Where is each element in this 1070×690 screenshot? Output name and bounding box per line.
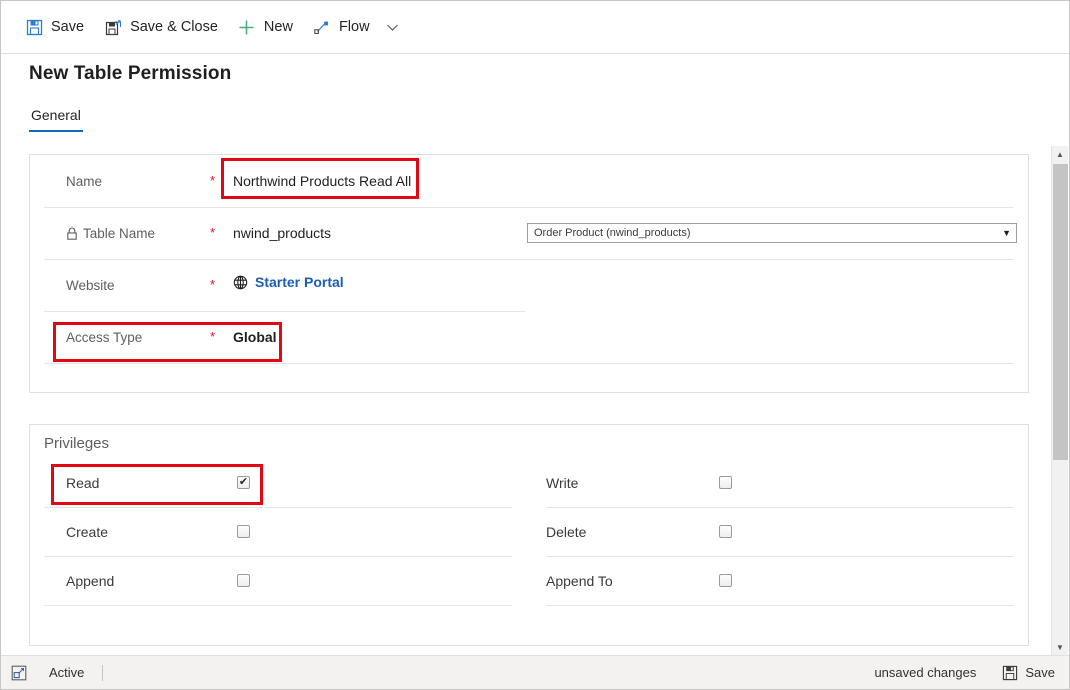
flow-button-label: Flow	[338, 18, 370, 35]
required-indicator-website: *	[210, 277, 216, 292]
save-button-label: Save	[51, 18, 85, 35]
privilege-label-create: Create	[66, 523, 109, 540]
privileges-heading: Privileges	[44, 435, 110, 452]
row-separator	[44, 605, 512, 606]
field-label-website: Website	[66, 277, 115, 293]
save-icon	[25, 18, 43, 36]
save-and-close-button-label: Save & Close	[130, 18, 218, 35]
flow-button[interactable]: Flow	[303, 8, 380, 46]
check-icon: ✔	[238, 475, 249, 488]
command-overflow-button[interactable]	[380, 8, 406, 46]
privilege-label-append: Append	[66, 572, 115, 589]
privilege-row-create[interactable]: Create	[30, 507, 528, 556]
flow-icon	[313, 18, 331, 36]
required-indicator-name: *	[210, 173, 216, 188]
privilege-row-read[interactable]: Read ✔	[30, 458, 528, 507]
scroll-down-arrow-icon[interactable]: ▼	[1052, 639, 1068, 656]
privilege-row-append-to[interactable]: Append To	[528, 556, 1028, 605]
new-button-label: New	[263, 18, 293, 35]
field-value-table-name: nwind_products	[233, 225, 332, 241]
website-link[interactable]: Starter Portal	[233, 274, 344, 290]
general-section-panel: Name * Northwind Products Read All Table…	[29, 154, 1029, 393]
privilege-checkbox-delete[interactable]	[719, 525, 732, 538]
field-row-table-name[interactable]: Table Name * nwind_products Order Produc…	[30, 207, 1028, 259]
privilege-checkbox-create[interactable]	[237, 525, 250, 538]
table-permission-form-window: Save Save & Close New Flow New Table Per…	[0, 0, 1070, 690]
form-scroll-area: Name * Northwind Products Read All Table…	[1, 146, 1069, 656]
vertical-scrollbar[interactable]: ▲ ▼	[1051, 146, 1068, 656]
table-name-lookup-select[interactable]: Order Product (nwind_products) ▼	[527, 223, 1017, 243]
privileges-section-panel: Privileges Read ✔ Create Append Write De…	[29, 424, 1029, 646]
command-bar: Save Save & Close New Flow	[1, 1, 1069, 54]
scrollbar-thumb[interactable]	[1053, 164, 1068, 460]
status-divider	[102, 664, 104, 681]
save-and-close-icon	[104, 18, 122, 36]
status-bar: Active unsaved changes Save	[1, 655, 1069, 689]
field-label-table-name: Table Name	[66, 226, 155, 241]
chevron-down-icon	[387, 24, 398, 31]
field-row-access-type[interactable]: Access Type * Global	[30, 311, 550, 363]
save-and-close-button[interactable]: Save & Close	[94, 8, 228, 46]
privilege-row-delete[interactable]: Delete	[528, 507, 1028, 556]
required-indicator-access-type: *	[210, 329, 216, 344]
row-separator	[546, 605, 1014, 606]
globe-icon	[233, 275, 248, 290]
field-value-access-type: Global	[233, 329, 277, 345]
save-button[interactable]: Save	[15, 8, 94, 46]
privilege-checkbox-read[interactable]: ✔	[237, 476, 250, 489]
chevron-down-icon: ▼	[1002, 228, 1011, 238]
tab-strip: General	[29, 107, 83, 132]
privilege-label-append-to: Append To	[546, 572, 613, 589]
lock-icon	[66, 227, 78, 240]
field-label-access-type: Access Type	[66, 329, 143, 345]
field-row-name[interactable]: Name * Northwind Products Read All	[30, 155, 1028, 207]
privilege-checkbox-append-to[interactable]	[719, 574, 732, 587]
unsaved-changes-label: unsaved changes	[874, 665, 977, 680]
scroll-up-arrow-icon[interactable]: ▲	[1052, 146, 1068, 163]
table-name-lookup-value: Order Product (nwind_products)	[534, 227, 691, 239]
field-label-name: Name	[66, 173, 103, 189]
status-save-label: Save	[1025, 665, 1055, 680]
tab-general-label: General	[31, 107, 81, 123]
popout-icon[interactable]	[11, 665, 27, 681]
tab-general[interactable]: General	[29, 107, 83, 132]
privilege-label-delete: Delete	[546, 523, 587, 540]
privilege-row-write[interactable]: Write	[528, 458, 1028, 507]
new-button[interactable]: New	[228, 8, 303, 46]
row-separator	[44, 363, 1014, 364]
privilege-checkbox-append[interactable]	[237, 574, 250, 587]
page-title: New Table Permission	[29, 63, 232, 84]
save-icon	[1002, 665, 1018, 681]
record-state-label: Active	[49, 665, 85, 680]
status-bar-left: Active	[1, 664, 104, 681]
privilege-checkbox-write[interactable]	[719, 476, 732, 489]
privilege-label-write: Write	[546, 474, 579, 491]
privilege-label-read: Read	[66, 474, 100, 491]
status-bar-right: unsaved changes Save	[874, 665, 1069, 681]
status-save-button[interactable]: Save	[1002, 665, 1055, 681]
plus-icon	[238, 18, 256, 36]
privilege-row-append[interactable]: Append	[30, 556, 528, 605]
required-indicator-table-name: *	[210, 225, 216, 240]
field-value-name: Northwind Products Read All	[233, 173, 412, 189]
field-row-website[interactable]: Website * Starter Portal	[30, 259, 550, 311]
website-link-label: Starter Portal	[255, 274, 344, 290]
